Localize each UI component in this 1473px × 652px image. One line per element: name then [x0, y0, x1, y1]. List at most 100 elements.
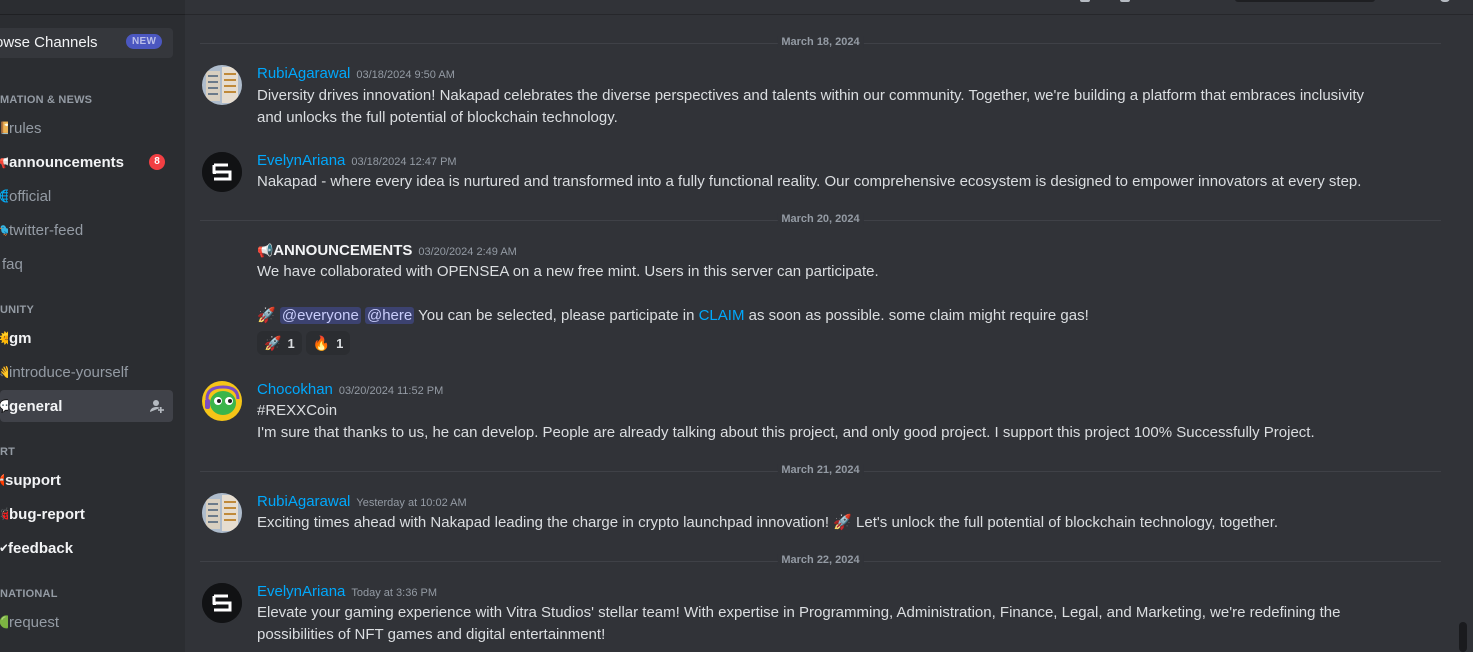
- reaction-rocket[interactable]: 🚀 1: [257, 331, 302, 355]
- message-content: Elevate your gaming experience with Vitr…: [257, 602, 1417, 646]
- channel-support[interactable]: 🛟 support: [0, 464, 173, 496]
- channel-introduce-yourself[interactable]: 👋 introduce-yourself: [0, 356, 173, 388]
- message-line: I'm sure that thanks to us, he can devel…: [257, 424, 1315, 441]
- avatar[interactable]: [202, 152, 242, 192]
- category-international[interactable]: NATIONAL: [0, 588, 58, 600]
- channel-feedback[interactable]: ✔ feedback: [0, 532, 173, 564]
- message-text: as soon as possible. some claim might re…: [744, 307, 1089, 324]
- green-circle-icon: 🟢: [0, 615, 8, 629]
- avatar[interactable]: [202, 65, 242, 105]
- message-line: Diversity drives innovation! Nakapad cel…: [257, 87, 1365, 104]
- channel-bug-report[interactable]: 🐞 bug-report: [0, 498, 173, 530]
- add-member-icon[interactable]: [149, 398, 165, 414]
- sidebar-top-divider: [0, 14, 185, 15]
- message-content: Exciting times ahead with Nakapad leadin…: [257, 512, 1417, 534]
- author-name[interactable]: ANNOUNCEMENTS: [273, 242, 412, 259]
- channel-label: announcements: [9, 153, 125, 171]
- help-icon[interactable]: [1440, 0, 1450, 2]
- sun-icon: 🌞: [0, 331, 8, 345]
- message-header: EvelynAriana 03/18/2024 12:47 PM: [257, 152, 457, 170]
- date-divider-label: March 18, 2024: [777, 36, 864, 48]
- channel-label: support: [5, 471, 61, 489]
- mention-everyone[interactable]: @everyone: [279, 307, 361, 324]
- timestamp: Yesterday at 10:02 AM: [356, 497, 467, 509]
- reactions: 🚀 1 🔥 1: [257, 331, 351, 355]
- message-header: 📢ANNOUNCEMENTS 03/20/2024 2:49 AM: [257, 242, 517, 260]
- message-text: Exciting times ahead with Nakapad leadin…: [257, 514, 834, 531]
- timestamp: 03/18/2024 12:47 PM: [351, 156, 457, 168]
- members-icon[interactable]: [1080, 0, 1090, 2]
- avatar[interactable]: [202, 381, 242, 421]
- bug-icon: 🐞: [0, 507, 8, 521]
- channel-request[interactable]: 🟢 request: [0, 606, 173, 638]
- channel-gm[interactable]: 🌞 gm: [0, 322, 173, 354]
- category-support[interactable]: RT: [0, 446, 15, 458]
- channel-label: faq: [2, 255, 23, 273]
- author-name[interactable]: EvelynAriana: [257, 152, 345, 169]
- avatar[interactable]: [202, 493, 242, 533]
- mention-here[interactable]: @here: [364, 307, 415, 324]
- channel-official[interactable]: 🌐 official: [0, 180, 173, 212]
- scrollbar-thumb[interactable]: [1459, 622, 1467, 652]
- inbox-icon[interactable]: [1120, 0, 1130, 2]
- message-text: You can be selected, please participate …: [414, 307, 699, 324]
- channel-announcements[interactable]: 📢 announcements 8: [0, 146, 173, 178]
- author-name[interactable]: RubiAgarawal: [257, 493, 350, 510]
- book-icon: 📔: [0, 121, 8, 135]
- claim-link[interactable]: CLAIM: [699, 307, 745, 324]
- new-badge: NEW: [126, 34, 163, 49]
- date-divider-label: March 20, 2024: [777, 213, 864, 225]
- rocket-icon: 🚀: [257, 307, 276, 324]
- message-header: Chocokhan 03/20/2024 11:52 PM: [257, 381, 443, 399]
- reaction-fire[interactable]: 🔥 1: [305, 331, 351, 355]
- channel-sidebar: rowse Channels NEW MATION & NEWS 📔 rules…: [0, 0, 185, 652]
- support-icon: 🛟: [0, 473, 4, 487]
- timestamp: 03/20/2024 2:49 AM: [418, 246, 517, 258]
- message-header: RubiAgarawal 03/18/2024 9:50 AM: [257, 65, 455, 83]
- unread-badge: 8: [149, 154, 165, 170]
- message-header: EvelynAriana Today at 3:36 PM: [257, 583, 437, 601]
- date-divider: March 22, 2024: [200, 554, 1441, 566]
- channel-label: feedback: [8, 539, 74, 557]
- rocket-icon: 🚀: [833, 514, 852, 531]
- reaction-count: 1: [287, 335, 295, 351]
- message-text: Let's unlock the full potential of block…: [851, 514, 1279, 531]
- author-name[interactable]: Chocokhan: [257, 381, 333, 398]
- timestamp: 03/18/2024 9:50 AM: [356, 69, 455, 81]
- message-content: Diversity drives innovation! Nakapad cel…: [257, 85, 1417, 129]
- channel-label: rules: [9, 119, 42, 137]
- date-divider: March 21, 2024: [200, 464, 1441, 476]
- avatar[interactable]: [202, 583, 242, 623]
- channel-rules[interactable]: 📔 rules: [0, 112, 173, 144]
- question-icon: ❓: [0, 257, 1, 271]
- channel-header: [185, 0, 1473, 15]
- message-line: 🚀 @everyone @here You can be selected, p…: [257, 305, 1417, 327]
- channel-label: introduce-yourself: [9, 363, 129, 381]
- rocket-icon: 🚀: [264, 334, 282, 351]
- search-input[interactable]: [1235, 0, 1375, 2]
- reaction-count: 1: [336, 335, 344, 351]
- message-header: RubiAgarawal Yesterday at 10:02 AM: [257, 493, 467, 511]
- channel-general[interactable]: 💬 general: [0, 390, 173, 422]
- channel-faq[interactable]: ❓ faq: [0, 248, 173, 280]
- browse-channels-button[interactable]: rowse Channels NEW: [0, 28, 173, 58]
- date-divider-label: March 22, 2024: [777, 554, 864, 566]
- message-line: #REXXCoin: [257, 402, 338, 419]
- message-content: #REXXCoin I'm sure that thanks to us, he…: [257, 400, 1417, 444]
- message-line: possibilities of NFT games and digital e…: [257, 626, 606, 643]
- category-information-news[interactable]: MATION & NEWS: [0, 94, 92, 106]
- bird-icon: 🐦: [0, 223, 8, 237]
- browse-channels-label: rowse Channels: [0, 34, 98, 51]
- channel-label: twitter-feed: [9, 221, 84, 239]
- author-name[interactable]: RubiAgarawal: [257, 65, 350, 82]
- channel-twitter-feed[interactable]: 🐦 twitter-feed: [0, 214, 173, 246]
- megaphone-icon: 📢: [0, 155, 8, 169]
- author-name[interactable]: EvelynAriana: [257, 583, 345, 600]
- message-pane: March 18, 2024 RubiAgarawal 03/18/2024 9:…: [185, 0, 1473, 652]
- megaphone-icon: 📢: [257, 243, 274, 258]
- channel-label: bug-report: [9, 505, 85, 523]
- globe-icon: 🌐: [0, 189, 8, 203]
- category-community[interactable]: UNITY: [0, 304, 34, 316]
- date-divider: March 18, 2024: [200, 36, 1441, 48]
- channel-label: general: [9, 397, 63, 415]
